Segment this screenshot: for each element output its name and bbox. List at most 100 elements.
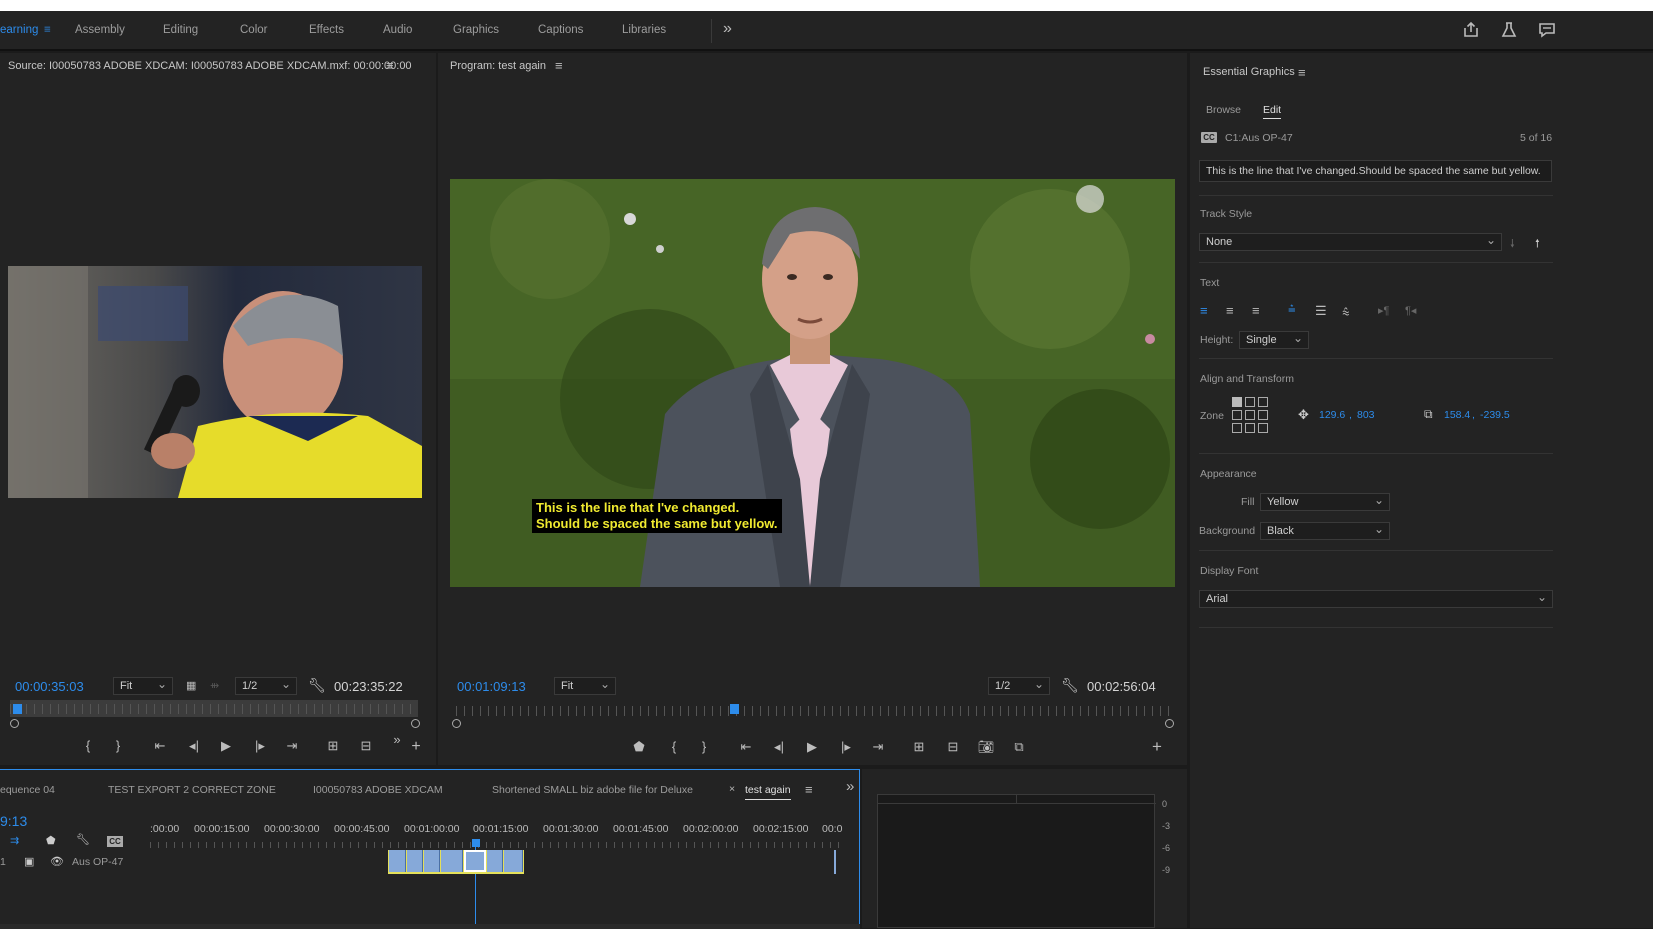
background-dropdown[interactable]: Black [1260, 522, 1390, 540]
timeline-tab-xdcam[interactable]: I00050783 ADOBE XDCAM [313, 784, 443, 796]
lift-button[interactable]: ⊞ [909, 739, 929, 755]
source-quality-dropdown[interactable]: 1/2 [235, 677, 297, 695]
play-button[interactable]: ▶ [216, 738, 236, 754]
align-left-icon[interactable]: ≡ [1200, 303, 1208, 318]
source-current-timecode[interactable]: 00:00:35:03 [15, 679, 84, 694]
source-add-button[interactable]: + [406, 738, 426, 756]
insert-button[interactable]: ⊞ [323, 738, 343, 754]
go-to-out-button[interactable]: ⇥ [282, 738, 302, 754]
mark-out-button[interactable]: } [108, 738, 128, 753]
caption-clip[interactable] [424, 850, 440, 872]
position-y-value[interactable]: 803 [1357, 409, 1375, 421]
program-mark-in-button[interactable]: { [664, 739, 684, 754]
program-quality-dropdown[interactable]: 1/2 [988, 677, 1050, 695]
timeline-ruler[interactable]: :00:00 00:00:15:00 00:00:30:00 00:00:45:… [150, 823, 842, 837]
source-fit-dropdown[interactable]: Fit [113, 677, 173, 695]
source-playhead[interactable] [13, 704, 22, 714]
program-zoom-handle-left[interactable] [452, 719, 461, 728]
source-scrubber-bar[interactable] [10, 700, 418, 717]
snap-icon[interactable]: ⇉ [10, 834, 19, 847]
track-style-dropdown[interactable]: None [1199, 233, 1502, 251]
step-back-button[interactable]: ◂| [184, 738, 204, 754]
track-visibility-eye-icon[interactable]: 👁︎ [50, 855, 64, 868]
position-x-value[interactable]: 129.6 [1319, 409, 1345, 421]
extract-button[interactable]: ⊟ [943, 739, 963, 755]
beta-flask-icon[interactable] [1500, 21, 1518, 42]
program-playhead[interactable] [730, 704, 739, 714]
ltr-icon[interactable]: ▸¶ [1378, 304, 1389, 317]
display-font-dropdown[interactable]: Arial [1199, 590, 1553, 608]
workspace-tab-learning[interactable]: earning [0, 24, 38, 36]
timeline-settings-icon[interactable]: 🔧︎ [76, 833, 90, 846]
workspace-tab-libraries[interactable]: Libraries [622, 24, 666, 36]
source-settings-wrench-icon[interactable]: 🔧︎ [308, 677, 326, 694]
caption-clip[interactable] [441, 850, 463, 872]
fill-dropdown[interactable]: Yellow [1260, 493, 1390, 511]
workspace-tab-editing[interactable]: Editing [163, 24, 198, 36]
timeline-tab-shortened[interactable]: Shortened SMALL biz adobe file for Delux… [492, 784, 693, 796]
feedback-icon[interactable] [1538, 21, 1556, 42]
eg-panel-menu-icon[interactable]: ≡ [1298, 65, 1306, 80]
program-go-to-out-button[interactable]: ⇥ [868, 739, 888, 755]
eg-tab-edit[interactable]: Edit [1263, 104, 1282, 119]
program-add-button[interactable]: + [1147, 737, 1167, 757]
push-style-down-icon[interactable]: 🠗 [1510, 235, 1515, 254]
track-toggle-icon[interactable]: ▣ [24, 855, 34, 868]
step-forward-button[interactable]: |▸ [250, 738, 270, 754]
program-current-timecode[interactable]: 00:01:09:13 [457, 679, 526, 694]
caption-clip[interactable] [504, 850, 523, 872]
more-workspaces-icon[interactable]: » [723, 20, 732, 38]
program-step-back-button[interactable]: ◂| [769, 739, 789, 755]
mark-in-button[interactable]: { [78, 738, 98, 753]
program-mark-out-button[interactable]: } [694, 739, 714, 754]
overwrite-button[interactable]: ⊟ [356, 738, 376, 754]
caption-clip[interactable] [487, 850, 503, 872]
add-marker-button[interactable]: ⬟ [629, 739, 649, 755]
timeline-marker-icon[interactable]: ⬟ [46, 834, 56, 847]
timeline-captions-icon[interactable]: CC [107, 836, 123, 847]
share-icon[interactable] [1462, 21, 1480, 42]
timeline-playhead[interactable] [472, 839, 480, 847]
workspace-tab-graphics[interactable]: Graphics [453, 24, 499, 36]
workspace-menu-icon[interactable]: ≡ [44, 24, 51, 36]
source-panel-menu-icon[interactable]: ≡ [386, 58, 394, 73]
timeline-more-icon[interactable]: » [846, 778, 854, 795]
timeline-tab-test-export[interactable]: TEST EXPORT 2 CORRECT ZONE [108, 784, 276, 796]
timeline-timecode[interactable]: 9:13 [0, 813, 27, 829]
size-h-value[interactable]: -239.5 [1480, 409, 1510, 421]
source-more-controls-icon[interactable]: » [387, 732, 407, 747]
program-step-forward-button[interactable]: |▸ [836, 739, 856, 755]
align-middle-icon[interactable]: ☰ [1315, 303, 1327, 319]
insert-icon[interactable]: ⇻ [210, 679, 219, 692]
timeline-menu-icon[interactable]: ≡ [805, 782, 813, 797]
zone-grid[interactable] [1232, 397, 1270, 433]
workspace-tab-captions[interactable]: Captions [538, 24, 583, 36]
caption-overlay[interactable]: This is the line that I've changed. Shou… [532, 499, 782, 533]
align-bottom-icon[interactable]: ⩯ [1342, 305, 1350, 321]
caption-text-field[interactable]: This is the line that I've changed.Shoul… [1199, 160, 1552, 182]
export-frame-camera-icon[interactable]: 📷︎ [976, 739, 996, 755]
source-zoom-handle-right[interactable] [411, 719, 420, 728]
go-to-in-button[interactable]: ⇤ [150, 738, 170, 754]
close-tab-icon[interactable]: × [729, 783, 735, 795]
source-zoom-handle-left[interactable] [10, 719, 19, 728]
caption-clip[interactable] [407, 850, 423, 872]
program-panel-menu-icon[interactable]: ≡ [555, 58, 563, 73]
safe-margins-icon[interactable]: ▦ [186, 679, 196, 692]
rtl-icon[interactable]: ¶◂ [1405, 304, 1416, 317]
comparison-view-button[interactable]: ⧉ [1009, 739, 1029, 755]
program-settings-wrench-icon[interactable]: 🔧︎ [1061, 677, 1079, 694]
program-play-button[interactable]: ▶ [802, 739, 822, 755]
program-fit-dropdown[interactable]: Fit [554, 677, 616, 695]
eg-tab-browse[interactable]: Browse [1206, 104, 1241, 116]
caption-clip-selected[interactable] [464, 850, 486, 872]
align-center-icon[interactable]: ≡ [1226, 303, 1234, 318]
program-zoom-handle-right[interactable] [1165, 719, 1174, 728]
workspace-tab-assembly[interactable]: Assembly [75, 24, 125, 36]
caption-clip[interactable] [389, 850, 406, 872]
program-scrubber-bar[interactable] [456, 704, 1170, 716]
align-top-icon[interactable]: ⩮ [1288, 301, 1296, 317]
workspace-tab-effects[interactable]: Effects [309, 24, 344, 36]
timeline-scrollbar[interactable] [0, 924, 860, 929]
timeline-tab-test-again[interactable]: test again [745, 784, 791, 800]
